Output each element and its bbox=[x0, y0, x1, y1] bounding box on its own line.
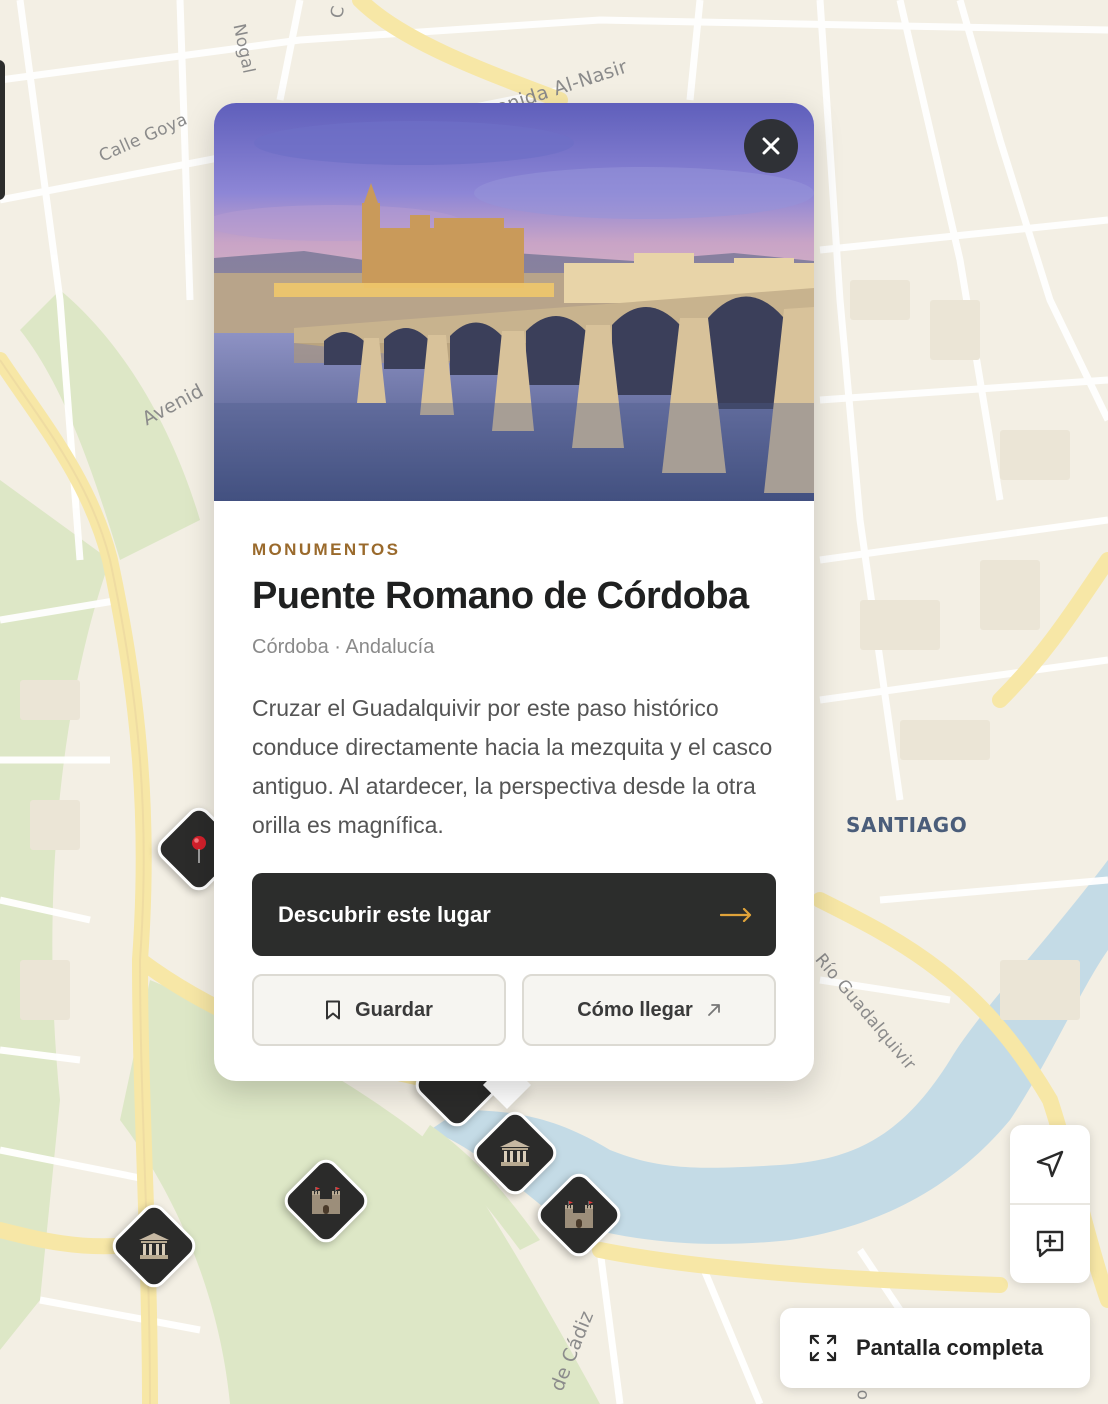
discover-place-button[interactable]: Descubrir este lugar bbox=[252, 873, 776, 956]
street-label-fragment: o bbox=[852, 1389, 873, 1401]
navigation-arrow-icon bbox=[1036, 1150, 1064, 1178]
feedback-button[interactable] bbox=[1010, 1205, 1090, 1283]
place-category: MONUMENTOS bbox=[252, 540, 401, 559]
place-title: Puente Romano de Córdoba bbox=[252, 575, 749, 617]
close-icon bbox=[762, 137, 780, 155]
save-button[interactable]: Guardar bbox=[252, 974, 506, 1046]
place-location: Córdoba · Andalucía bbox=[252, 636, 435, 658]
close-button[interactable] bbox=[744, 119, 798, 173]
fullscreen-button[interactable]: Pantalla completa bbox=[780, 1308, 1090, 1388]
external-arrow-icon bbox=[707, 1004, 720, 1016]
place-photo bbox=[214, 103, 814, 501]
castle-icon bbox=[549, 1185, 609, 1245]
discover-place-label: Descubrir este lugar bbox=[278, 901, 491, 927]
directions-button[interactable]: Cómo llegar bbox=[522, 974, 776, 1046]
expand-icon bbox=[809, 1334, 837, 1362]
place-description: Cruzar el Guadalquivir por este paso his… bbox=[252, 695, 773, 838]
classical-building-icon bbox=[124, 1216, 184, 1276]
directions-label: Cómo llegar bbox=[577, 998, 693, 1021]
save-label: Guardar bbox=[355, 998, 433, 1021]
castle-icon bbox=[296, 1171, 356, 1231]
bookmark-icon bbox=[326, 1000, 341, 1020]
side-panel-handle[interactable] bbox=[0, 60, 5, 200]
district-label-santiago: SANTIAGO bbox=[846, 813, 968, 837]
classical-building-icon bbox=[485, 1123, 545, 1183]
arrow-right-icon bbox=[720, 907, 752, 922]
locate-button[interactable] bbox=[1010, 1125, 1090, 1203]
map-controls bbox=[1010, 1125, 1090, 1283]
place-popup: MONUMENTOS Puente Romano de Córdoba Córd… bbox=[214, 103, 814, 1081]
message-plus-icon bbox=[1036, 1230, 1064, 1258]
fullscreen-label: Pantalla completa bbox=[856, 1335, 1044, 1360]
